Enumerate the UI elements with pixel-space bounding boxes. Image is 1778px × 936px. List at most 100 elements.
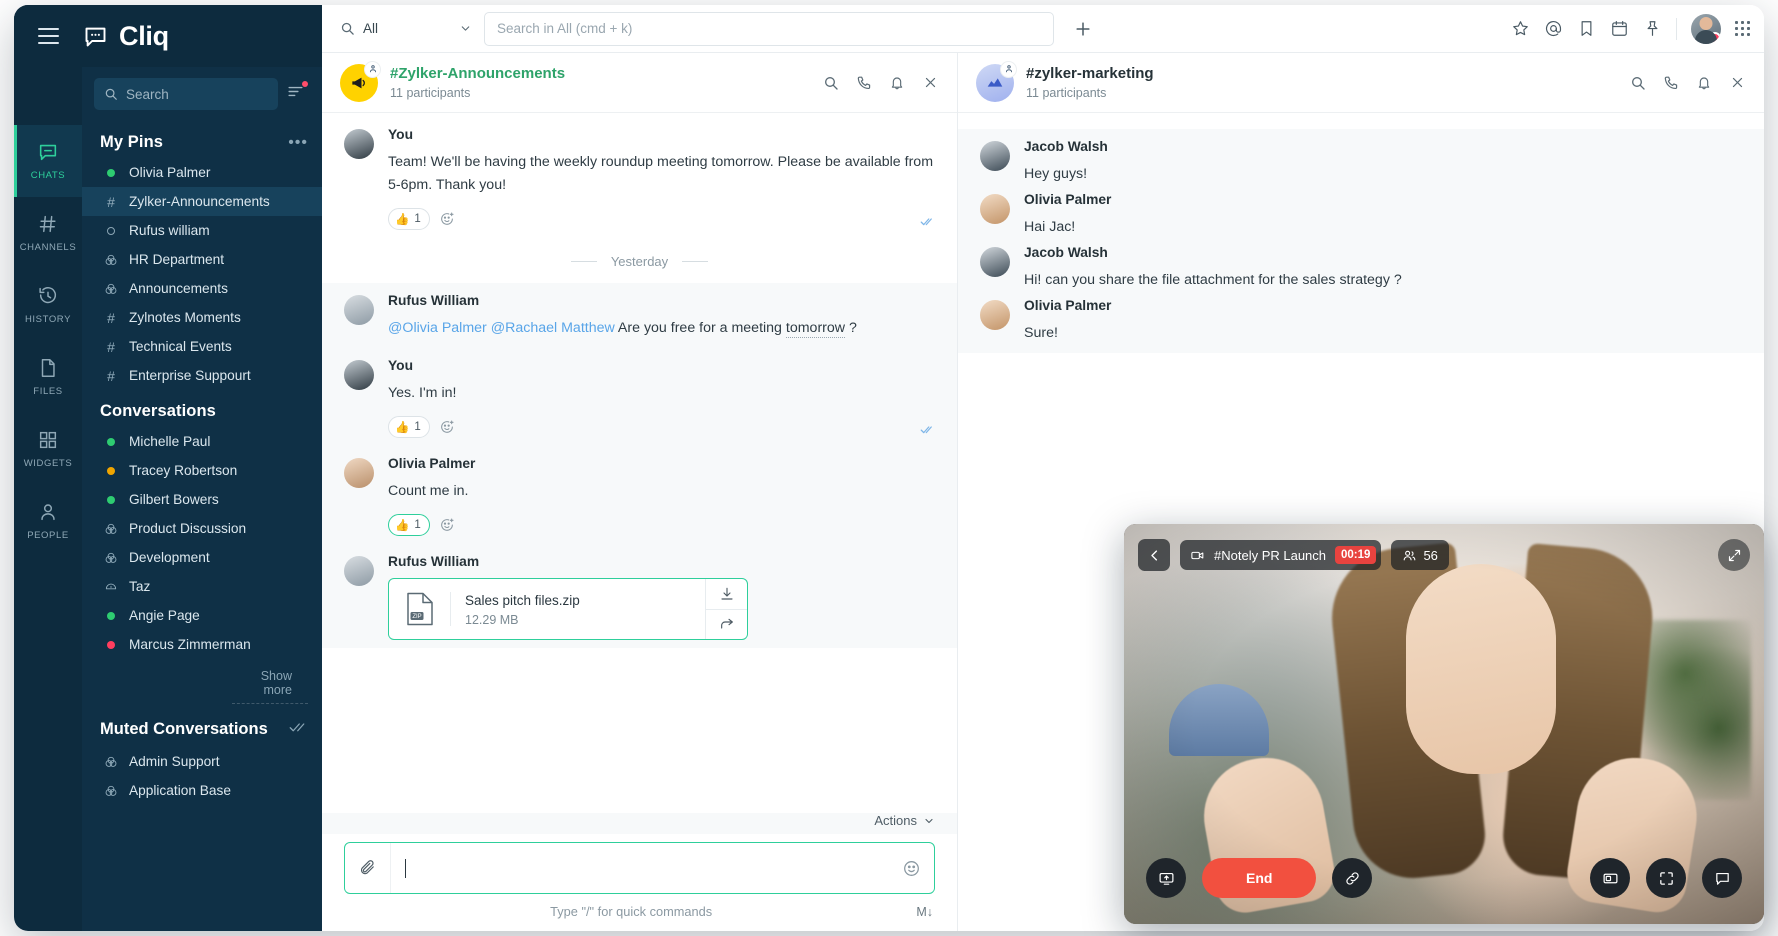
conversation-item-gilbert-bowers[interactable]: Gilbert Bowers [82,485,322,514]
mention-rachael[interactable]: @Rachael Matthew [491,320,615,336]
markdown-toggle[interactable]: M↓ [916,905,933,919]
pin-item-technical-events[interactable]: # Technical Events [82,332,322,361]
more-horizontal-icon[interactable]: ••• [288,138,308,148]
muted-title: Muted Conversations [100,720,288,739]
notifications-button[interactable] [1689,68,1719,98]
global-search[interactable] [484,12,1054,46]
emoji-smiley-icon[interactable] [888,859,934,878]
rail-item-channels[interactable]: CHANNELS [14,197,82,269]
conversation-label: Development [129,550,210,565]
bell-icon [1696,75,1712,91]
add-reaction-icon[interactable] [439,517,455,533]
conversation-item-product-discussion[interactable]: Product Discussion [82,514,322,543]
chevron-left-icon [1147,548,1162,563]
expand-icon[interactable] [1718,539,1750,571]
hamburger-menu-icon[interactable] [38,28,59,44]
pin-item-rufus-william[interactable]: Rufus william [82,216,322,245]
screen-share-icon[interactable] [1146,858,1186,898]
chat-bubble-icon [82,23,109,50]
add-reaction-icon[interactable] [439,419,455,435]
muted-item-admin-support[interactable]: Admin Support [82,747,322,776]
pin-label: HR Department [129,252,224,267]
global-search-input[interactable] [497,21,1041,36]
pin-item-hr-department[interactable]: HR Department [82,245,322,274]
conversation-item-development[interactable]: Development [82,543,322,572]
pin-item-zylker-announcements[interactable]: # Zylker-Announcements [82,187,322,216]
search-in-chat-button[interactable] [1623,68,1653,98]
muted-item-application-base[interactable]: Application Base [82,776,322,805]
conversation-item-michelle-paul[interactable]: Michelle Paul [82,427,322,456]
close-pane-button[interactable] [915,68,945,98]
sidebar-scroll[interactable]: My Pins ••• Olivia Palmer # Zylker-Annou… [82,121,322,931]
call-title-pill[interactable]: #Notely PR Launch 00:19 [1180,540,1381,570]
conversation-item-tracey-robertson[interactable]: Tracey Robertson [82,456,322,485]
hash-icon [37,213,59,235]
pin-icon[interactable] [1643,19,1662,38]
layout-icon[interactable] [1590,858,1630,898]
link-icon[interactable] [1332,858,1372,898]
message-list[interactable]: You Team! We'll be having the weekly rou… [322,113,957,813]
star-icon[interactable] [1511,19,1530,38]
composer-input[interactable] [391,859,888,878]
rail-item-chats[interactable]: CHATS [14,125,82,197]
avatar [344,360,374,390]
rail-item-people[interactable]: PEOPLE [14,485,82,557]
reaction-thumbsup[interactable]: 👍 1 [388,514,430,536]
download-icon[interactable] [706,579,747,610]
sidebar-search-box[interactable] [94,78,278,110]
pin-item-olivia-palmer[interactable]: Olivia Palmer [82,158,322,187]
message-smart-chip[interactable]: tomorrow [786,320,845,338]
file-attachment-card[interactable]: ZIP Sales pitch files.zip 12.29 MB [388,578,748,640]
fullscreen-icon[interactable] [1646,858,1686,898]
chat-bubble-icon[interactable] [1702,858,1742,898]
mention-olivia[interactable]: @Olivia Palmer [388,320,487,336]
search-in-chat-button[interactable] [816,68,846,98]
close-icon [923,75,938,90]
message-sender: Olivia Palmer [1024,298,1742,313]
channel-type-badge [1000,61,1017,78]
message-sender: Rufus William [388,293,935,308]
reaction-thumbsup[interactable]: 👍 1 [388,208,430,230]
start-call-button[interactable] [1656,68,1686,98]
end-call-button[interactable]: End [1202,858,1316,898]
call-back-button[interactable] [1138,539,1170,571]
video-call-window[interactable]: #Notely PR Launch 00:19 56 [1124,524,1764,924]
close-pane-button[interactable] [1722,68,1752,98]
mark-read-icon[interactable] [288,718,306,741]
conversation-label: Tracey Robertson [129,463,237,478]
paperclip-icon[interactable] [345,843,391,893]
rail-item-files[interactable]: FILES [14,341,82,413]
megaphone-icon [340,64,378,102]
rail-items: CHATS CHANNELS HISTORY FILES [14,125,82,557]
mention-at-icon[interactable] [1544,19,1563,38]
bookmark-icon[interactable] [1577,19,1596,38]
sidebar-search-input[interactable] [126,87,268,102]
conversation-item-marcus-zimmerman[interactable]: Marcus Zimmerman [82,630,322,659]
conversation-item-taz[interactable]: Taz [82,572,322,601]
rail-item-widgets[interactable]: WIDGETS [14,413,82,485]
calendar-icon[interactable] [1610,19,1629,38]
user-avatar[interactable] [1691,14,1721,44]
pin-item-zylnotes-moments[interactable]: # Zylnotes Moments [82,303,322,332]
search-scope-selector[interactable]: All [330,13,480,45]
show-more-link[interactable]: Show more [232,659,308,704]
message-composer[interactable] [344,842,935,894]
filter-icon[interactable] [286,82,308,106]
conversation-item-angie-page[interactable]: Angie Page [82,601,322,630]
add-reaction-icon[interactable] [439,211,455,227]
apps-grid-icon[interactable] [1735,21,1750,36]
read-receipt-icon [920,422,935,440]
reaction-thumbsup[interactable]: 👍 1 [388,416,430,438]
new-chat-button[interactable] [1066,12,1100,46]
call-participants-count[interactable]: 56 [1391,540,1448,570]
pin-item-enterprise-suppourt[interactable]: # Enterprise Suppourt [82,361,322,390]
search-icon [823,75,839,91]
notifications-button[interactable] [882,68,912,98]
actions-dropdown[interactable]: Actions [874,813,935,828]
avatar [980,247,1010,277]
participants-count-value: 56 [1423,548,1437,563]
pin-item-announcements[interactable]: Announcements [82,274,322,303]
forward-icon[interactable] [706,610,747,640]
start-call-button[interactable] [849,68,879,98]
rail-item-history[interactable]: HISTORY [14,269,82,341]
